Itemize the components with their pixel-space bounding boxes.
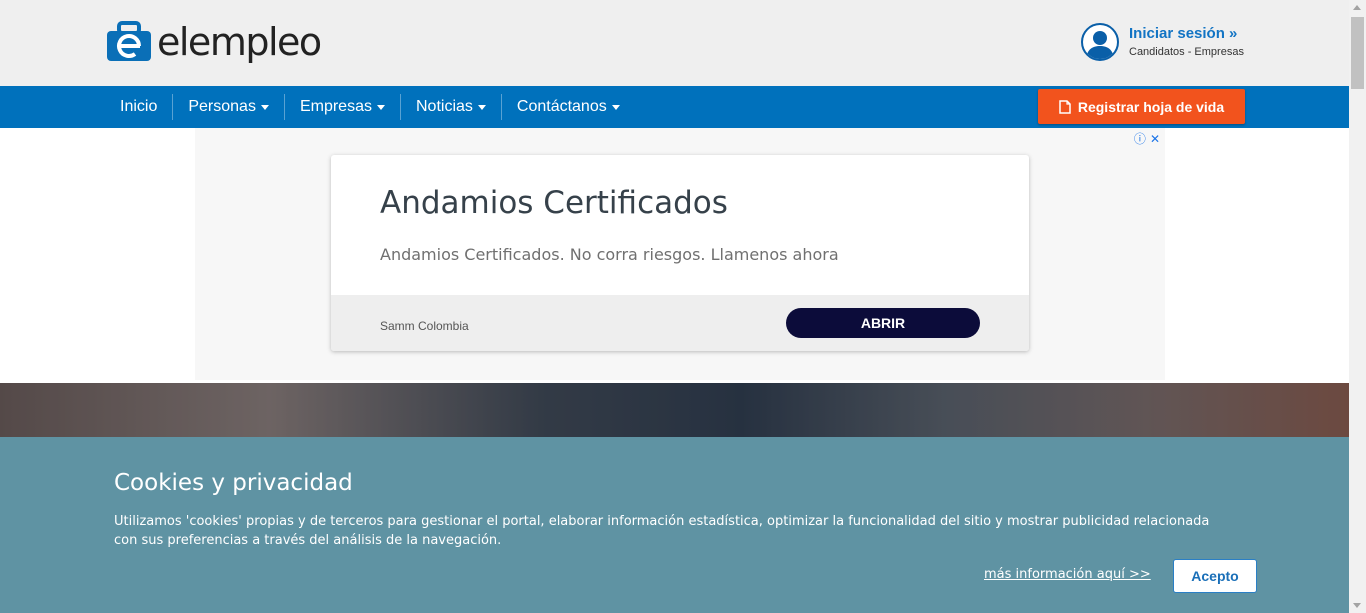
nav-item-empresas[interactable]: Empresas [285, 94, 401, 120]
user-avatar-icon[interactable] [1081, 23, 1119, 61]
site-header: elempleo Iniciar sesión » Candidatos - E… [0, 0, 1349, 86]
ad-footer: Samm Colombia ABRIR [331, 295, 1029, 351]
ad-banner: ⓘ ✕ Andamios Certificados Andamios Certi… [195, 128, 1165, 380]
login-area[interactable]: Iniciar sesión » Candidatos - Empresas [1081, 23, 1244, 61]
elempleo-logo[interactable]: elempleo [105, 17, 322, 67]
caret-down-icon [260, 104, 269, 110]
nav-item-label: Noticias [415, 98, 473, 115]
cookies-text: Utilizamos 'cookies' propias y de tercer… [114, 514, 1210, 548]
nav-item-inicio[interactable]: Inicio [105, 94, 174, 120]
caret-down-icon [477, 104, 486, 110]
nav-item-label: Personas [188, 98, 256, 115]
ad-close-icon[interactable]: ✕ [1150, 132, 1160, 146]
nav-item-label: Contáctanos [516, 98, 607, 115]
scroll-thumb[interactable] [1351, 17, 1364, 89]
nav-item-label: Empresas [299, 98, 372, 115]
nav-item-contactanos[interactable]: Contáctanos [502, 94, 635, 120]
cookies-banner: Cookies y privacidad Utilizamos 'cookies… [0, 437, 1349, 613]
brand-name: elempleo [157, 20, 322, 64]
cookies-more-info-link[interactable]: más información aquí >> [984, 567, 1151, 582]
login-subtitle: Candidatos - Empresas [1129, 46, 1244, 58]
cookies-title: Cookies y privacidad [114, 470, 353, 496]
briefcase-logo-icon [105, 21, 153, 63]
ad-card[interactable]: Andamios Certificados Andamios Certifica… [331, 155, 1029, 351]
ad-title[interactable]: Andamios Certificados [380, 185, 728, 221]
ad-description: Andamios Certificados. No corra riesgos.… [380, 245, 839, 264]
caret-down-icon [376, 104, 385, 110]
document-icon [1059, 99, 1071, 114]
scroll-up-icon[interactable] [1353, 5, 1361, 10]
register-cv-button[interactable]: Registrar hoja de vida [1038, 89, 1245, 124]
ad-info-icon[interactable]: ⓘ [1134, 130, 1146, 147]
page-scrollbar[interactable] [1349, 0, 1366, 613]
register-cv-label: Registrar hoja de vida [1077, 98, 1225, 115]
nav-item-noticias[interactable]: Noticias [401, 94, 502, 120]
ad-open-button[interactable]: ABRIR [786, 308, 980, 338]
caret-down-icon [611, 104, 620, 110]
login-link[interactable]: Iniciar sesión » [1129, 25, 1244, 43]
cookies-accept-button[interactable]: Acepto [1173, 559, 1257, 593]
ad-controls: ⓘ ✕ [1134, 130, 1160, 147]
nav-item-personas[interactable]: Personas [173, 94, 285, 120]
scroll-down-icon[interactable] [1353, 603, 1361, 608]
ad-advertiser: Samm Colombia [380, 319, 469, 333]
nav-item-label: Inicio [120, 98, 158, 115]
